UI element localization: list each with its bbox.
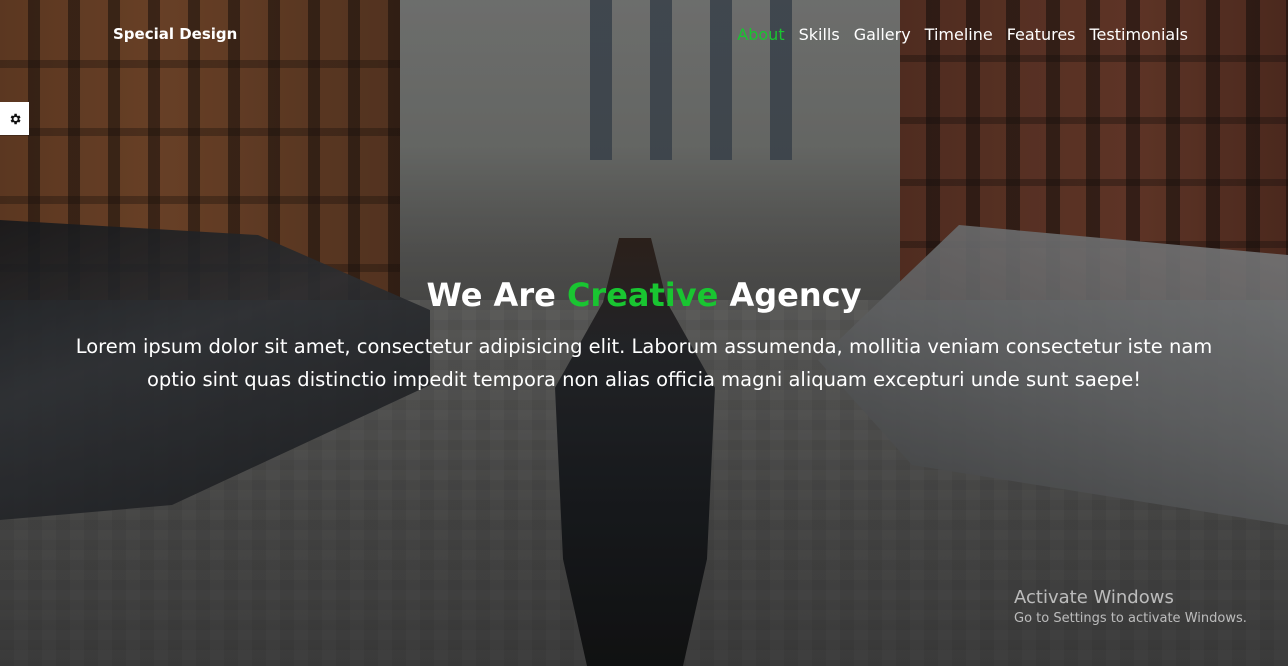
headline-post: Agency <box>729 276 862 314</box>
watermark-subtitle: Go to Settings to activate Windows. <box>1014 611 1247 626</box>
nav-link-gallery[interactable]: Gallery <box>854 25 911 44</box>
main-nav: About Skills Gallery Timeline Features T… <box>737 25 1188 44</box>
hero-section: Special Design About Skills Gallery Time… <box>0 0 1288 666</box>
hero-lead-text: Lorem ipsum dolor sit amet, consectetur … <box>75 335 1213 391</box>
nav-link-skills[interactable]: Skills <box>799 25 840 44</box>
hero-headline: We Are Creative Agency <box>0 276 1288 314</box>
nav-link-about[interactable]: About <box>737 25 784 44</box>
nav-link-features[interactable]: Features <box>1007 25 1076 44</box>
windows-activation-watermark: Activate Windows Go to Settings to activ… <box>1014 587 1247 626</box>
nav-link-timeline[interactable]: Timeline <box>925 25 993 44</box>
settings-toggle-button[interactable] <box>0 102 29 135</box>
gear-icon <box>10 113 21 124</box>
brand-logo[interactable]: Special Design <box>113 25 237 43</box>
watermark-title: Activate Windows <box>1014 587 1174 608</box>
headline-pre: We Are <box>426 276 556 314</box>
nav-link-testimonials[interactable]: Testimonials <box>1090 25 1189 44</box>
headline-accent: Creative <box>566 276 719 314</box>
